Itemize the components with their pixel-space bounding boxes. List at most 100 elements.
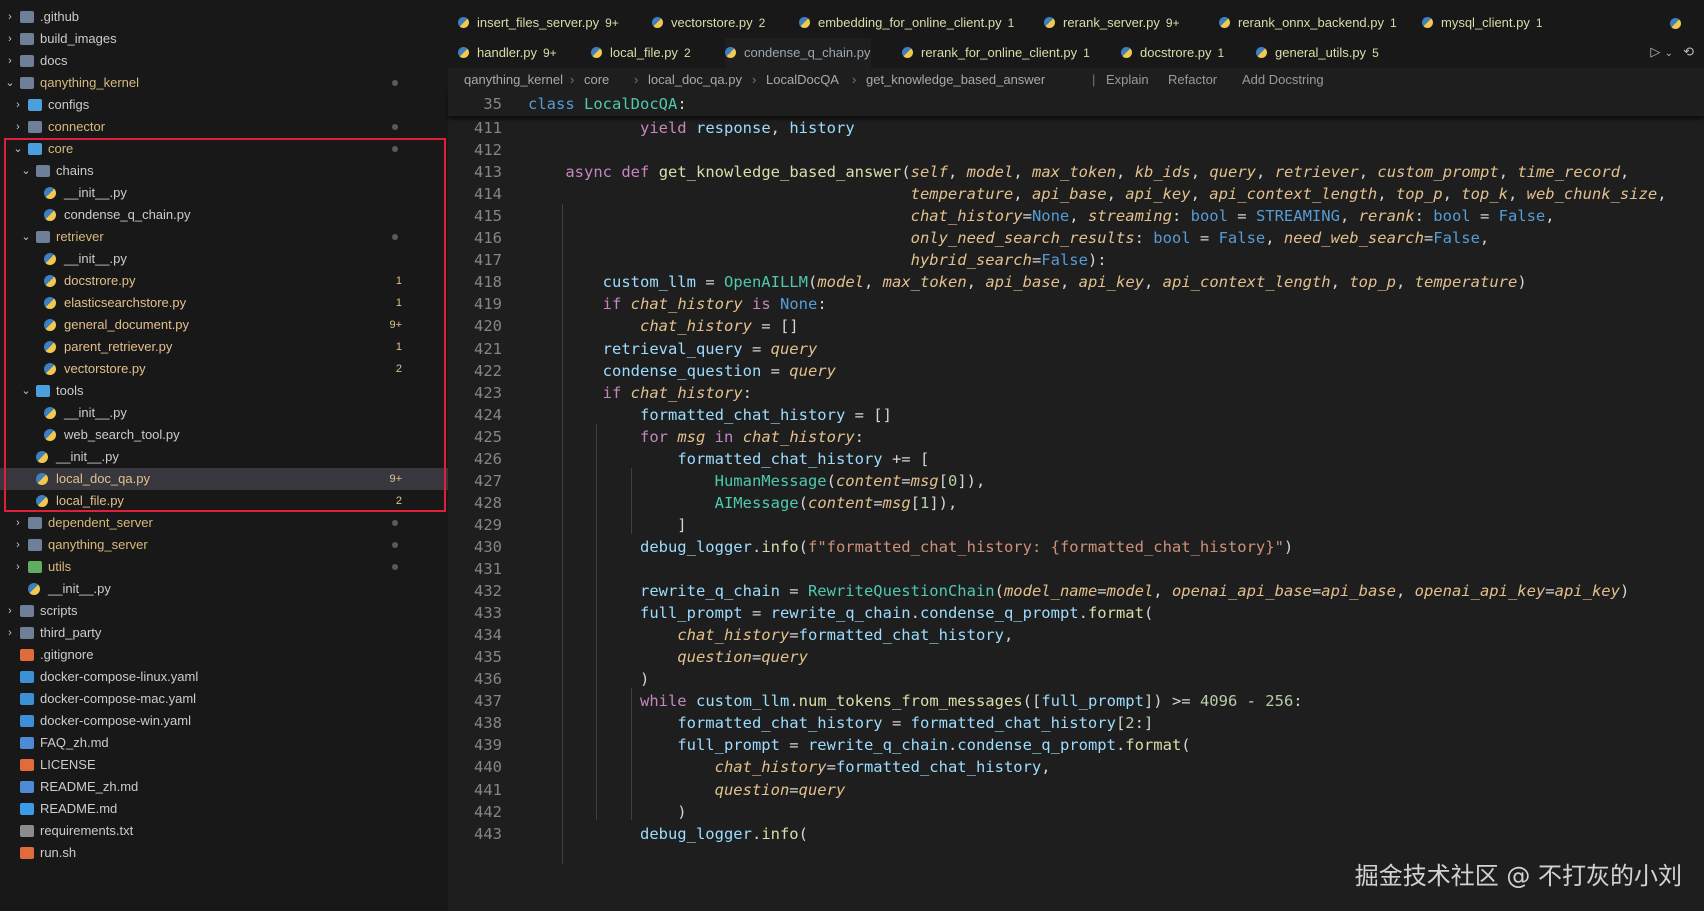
explorer-file[interactable]: vectorstore.py 2 (0, 358, 448, 380)
code-line[interactable]: 434 chat_history=formatted_chat_history, (448, 623, 1704, 647)
explorer-file[interactable]: LICENSE (0, 754, 448, 776)
editor-tab[interactable]: rerank_for_online_client.py 1 (902, 38, 1090, 68)
breadcrumb-item[interactable]: qanything_kernel (464, 68, 563, 92)
codelens-action[interactable]: Refactor (1168, 68, 1217, 92)
code-line[interactable]: 428 AIMessage(content=msg[1]), (448, 491, 1704, 515)
explorer-file[interactable]: docstrore.py 1 (0, 270, 448, 292)
explorer-folder[interactable]: › dependent_server (0, 512, 448, 534)
run-icon[interactable]: ▷ (1650, 45, 1660, 60)
chevron-right-icon[interactable]: › (4, 6, 16, 28)
sticky-scroll-line[interactable]: 35 class LocalDocQA: (448, 92, 1704, 116)
explorer-folder[interactable]: ⌄ tools (0, 380, 448, 402)
explorer-file[interactable]: local_file.py 2 (0, 490, 448, 512)
explorer-file[interactable]: condense_q_chain.py (0, 204, 448, 226)
code-line[interactable]: 423 if chat_history: (448, 381, 1704, 405)
explorer-folder[interactable]: › docs (0, 50, 448, 72)
codelens-action[interactable]: Explain (1106, 68, 1149, 92)
explorer-folder[interactable]: › utils (0, 556, 448, 578)
chevron-down-icon[interactable]: ⌄ (20, 226, 32, 248)
explorer-file[interactable]: __init__.py (0, 402, 448, 424)
compare-icon[interactable]: ⟲ (1683, 45, 1694, 60)
code-line[interactable]: 430 debug_logger.info(f"formatted_chat_h… (448, 535, 1704, 559)
explorer-folder[interactable]: › third_party (0, 622, 448, 644)
explorer-file[interactable]: __init__.py (0, 446, 448, 468)
editor-tab[interactable]: local_file.py 2 (591, 38, 691, 68)
editor-tab[interactable]: docstrore.py 1 (1121, 38, 1224, 68)
explorer-file[interactable]: requirements.txt (0, 820, 448, 842)
explorer-file[interactable]: docker-compose-linux.yaml (0, 666, 448, 688)
code-line[interactable]: 421 retrieval_query = query (448, 337, 1704, 361)
editor-tab[interactable]: condense_q_chain.py (725, 38, 871, 68)
explorer-folder[interactable]: ⌄ core (0, 138, 448, 160)
chevron-right-icon[interactable]: › (12, 556, 24, 578)
code-line[interactable]: 419 if chat_history is None: (448, 292, 1704, 316)
code-line[interactable]: 427 HumanMessage(content=msg[0]), (448, 469, 1704, 493)
explorer-file[interactable]: general_document.py 9+ (0, 314, 448, 336)
chevron-right-icon[interactable]: › (12, 116, 24, 138)
explorer-file[interactable]: __init__.py (0, 182, 448, 204)
explorer-folder[interactable]: › build_images (0, 28, 448, 50)
code-line[interactable]: 437 while custom_llm.num_tokens_from_mes… (448, 689, 1704, 713)
breadcrumb-item[interactable]: core (584, 68, 609, 92)
code-line[interactable]: 412 (448, 138, 1704, 162)
code-line[interactable]: 438 formatted_chat_history = formatted_c… (448, 711, 1704, 735)
explorer-folder[interactable]: ⌄ qanything_kernel (0, 72, 448, 94)
chevron-right-icon[interactable]: › (12, 512, 24, 534)
explorer-folder[interactable]: › scripts (0, 600, 448, 622)
explorer-folder[interactable]: › .github (0, 6, 448, 28)
explorer-file[interactable]: __init__.py (0, 578, 448, 600)
chevron-right-icon[interactable]: › (12, 94, 24, 116)
code-line[interactable]: 439 full_prompt = rewrite_q_chain.conden… (448, 733, 1704, 757)
chevron-right-icon[interactable]: › (12, 534, 24, 556)
code-line[interactable]: 420 chat_history = [] (448, 314, 1704, 338)
explorer-folder[interactable]: ⌄ retriever (0, 226, 448, 248)
code-line[interactable]: 441 question=query (448, 778, 1704, 802)
chevron-right-icon[interactable]: › (4, 28, 16, 50)
editor-tab[interactable]: mysql_client.py 1 (1422, 8, 1543, 38)
breadcrumb-item[interactable]: LocalDocQA (766, 68, 839, 92)
explorer-folder[interactable]: › connector (0, 116, 448, 138)
breadcrumb-item[interactable]: get_knowledge_based_answer (866, 68, 1045, 92)
codelens-action[interactable]: Add Docstring (1242, 68, 1324, 92)
code-line[interactable]: 422 condense_question = query (448, 359, 1704, 383)
editor-tab[interactable]: rerank_server.py 9+ (1044, 8, 1180, 38)
code-line[interactable]: 418 custom_llm = OpenAILLM(model, max_to… (448, 270, 1704, 294)
code-line[interactable]: 413 async def get_knowledge_based_answer… (448, 160, 1704, 184)
editor-tab[interactable]: general_utils.py 5 (1256, 38, 1379, 68)
chevron-right-icon[interactable]: › (4, 600, 16, 622)
code-line[interactable]: 416 only_need_search_results: bool = Fal… (448, 226, 1704, 250)
editor-tab[interactable]: rerank_onnx_backend.py 1 (1219, 8, 1397, 38)
code-line[interactable]: 429 ] (448, 513, 1704, 537)
code-line[interactable]: 411 yield response, history (448, 116, 1704, 140)
code-line[interactable]: 426 formatted_chat_history += [ (448, 447, 1704, 471)
editor-tab[interactable]: vectorstore.py 2 (652, 8, 765, 38)
code-line[interactable]: 415 chat_history=None, streaming: bool =… (448, 204, 1704, 228)
code-line[interactable]: 417 hybrid_search=False): (448, 248, 1704, 272)
code-area[interactable]: 35 class LocalDocQA: 411 yield response, h… (448, 92, 1704, 911)
chevron-right-icon[interactable]: › (4, 622, 16, 644)
chevron-down-icon[interactable]: ⌄ (20, 380, 32, 402)
explorer-folder[interactable]: › qanything_server (0, 534, 448, 556)
explorer-file[interactable]: elasticsearchstore.py 1 (0, 292, 448, 314)
chevron-down-icon[interactable]: ⌄ (1665, 48, 1673, 59)
chevron-right-icon[interactable]: › (4, 50, 16, 72)
editor-tab[interactable]: handler.py 9+ (458, 38, 557, 68)
code-line[interactable]: 431 (448, 557, 1704, 581)
explorer-file[interactable]: web_search_tool.py (0, 424, 448, 446)
code-line[interactable]: 442 ) (448, 800, 1704, 824)
explorer-folder[interactable]: › configs (0, 94, 448, 116)
code-line[interactable]: 425 for msg in chat_history: (448, 425, 1704, 449)
code-line[interactable]: 433 full_prompt = rewrite_q_chain.conden… (448, 601, 1704, 625)
editor-tab[interactable]: insert_files_server.py 9+ (458, 8, 619, 38)
editor-actions[interactable]: ▷ ⌄ ⟲ (1650, 45, 1694, 60)
breadcrumb-item[interactable]: local_doc_qa.py (648, 68, 742, 92)
explorer-file[interactable]: __init__.py (0, 248, 448, 270)
explorer-file[interactable]: FAQ_zh.md (0, 732, 448, 754)
explorer-file[interactable]: run.sh (0, 842, 448, 864)
editor-tab[interactable]: embedding_for_online_client.py 1 (799, 8, 1014, 38)
explorer-file[interactable]: .gitignore (0, 644, 448, 666)
explorer-file[interactable]: README_zh.md (0, 776, 448, 798)
code-line[interactable]: 424 formatted_chat_history = [] (448, 403, 1704, 427)
explorer-folder[interactable]: ⌄ chains (0, 160, 448, 182)
code-line[interactable]: 432 rewrite_q_chain = RewriteQuestionCha… (448, 579, 1704, 603)
